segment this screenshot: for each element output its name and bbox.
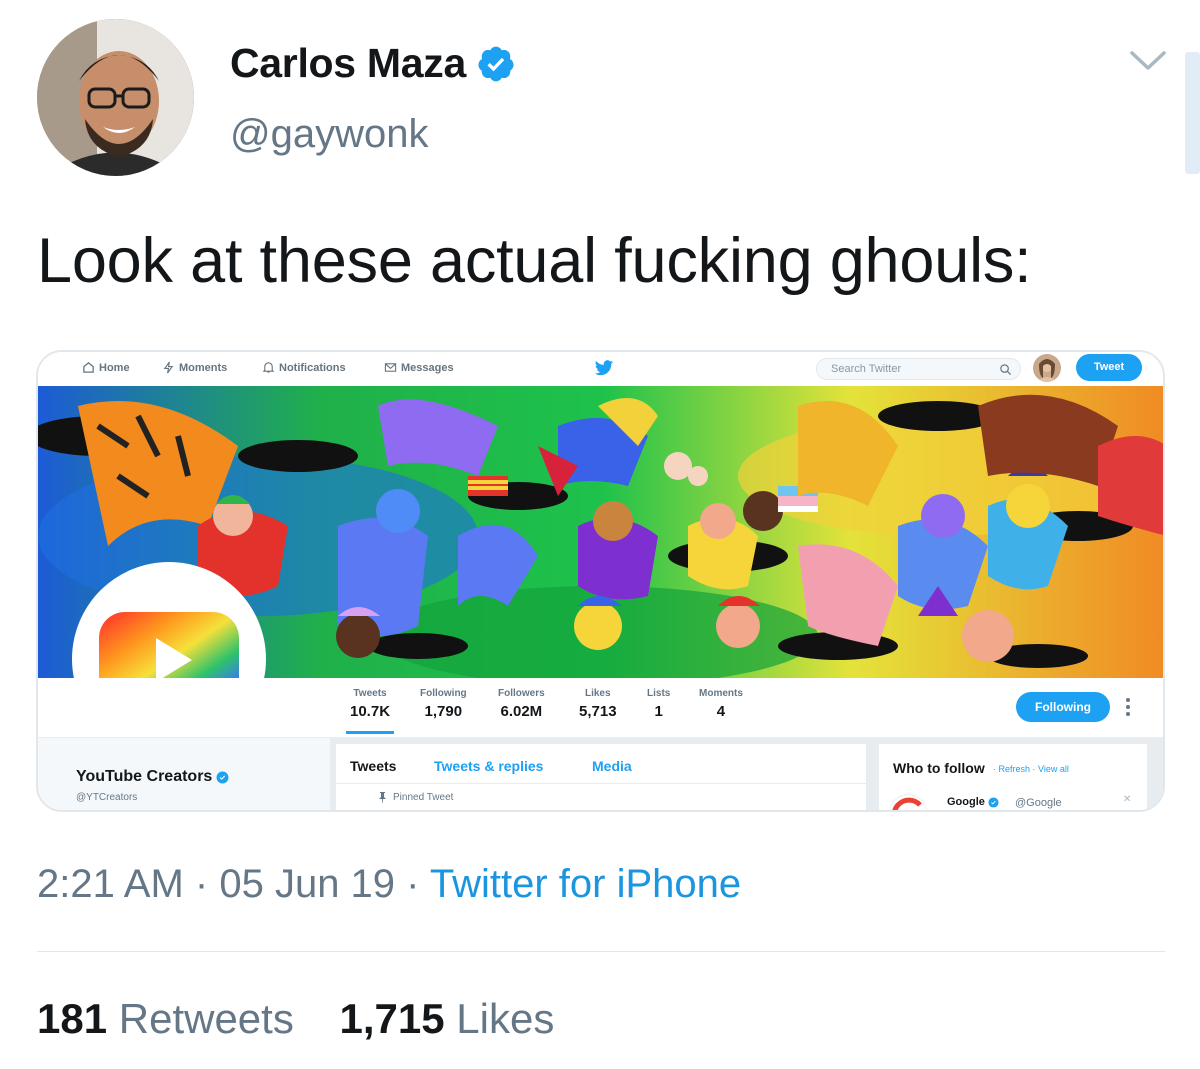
author-display-name[interactable]: Carlos Maza <box>230 40 466 87</box>
embedded-nav-moments-label: Moments <box>179 361 228 374</box>
verified-badge-icon <box>988 796 999 808</box>
embedded-profile-card: YouTube Creators @YTCreators <box>38 738 330 810</box>
twitter-bird-icon <box>594 360 614 376</box>
meta-separator: · <box>406 862 420 906</box>
tweet-time[interactable]: 2:21 AM <box>37 862 184 906</box>
author-name-row[interactable]: Carlos Maza <box>230 40 516 87</box>
embedded-nav-bar: Home Moments Notifications Messages Sear… <box>38 352 1163 386</box>
embedded-user-avatar <box>1033 354 1061 382</box>
stat-lists-label: Lists <box>647 688 671 699</box>
tweet-date[interactable]: 05 Jun 19 <box>219 862 395 906</box>
stat-tweets: Tweets 10.7K <box>345 688 395 734</box>
retweets-label: Retweets <box>118 995 294 1042</box>
tweet-source-link[interactable]: Twitter for iPhone <box>430 862 741 906</box>
embedded-nav-home: Home <box>82 361 130 374</box>
pin-icon <box>379 792 386 803</box>
embedded-nav-home-label: Home <box>99 361 130 374</box>
stat-following-label: Following <box>420 688 467 699</box>
envelope-icon <box>384 363 397 372</box>
embedded-nav-messages: Messages <box>384 361 454 374</box>
embedded-nav-moments: Moments <box>162 361 227 374</box>
embedded-timeline: Tweets Tweets & replies Media Pinned Twe… <box>336 744 866 810</box>
embedded-following-button: Following <box>1016 692 1110 722</box>
google-logo-icon <box>889 794 927 810</box>
who-to-follow-title: Who to follow <box>893 760 985 776</box>
stat-tweets-value: 10.7K <box>350 703 391 720</box>
stat-tweets-label: Tweets <box>353 688 387 699</box>
embedded-tab-media: Media <box>592 758 632 774</box>
stat-likes-value: 5,713 <box>579 703 617 720</box>
embedded-profile-name-text: YouTube Creators <box>76 768 213 785</box>
embedded-tab-tweets: Tweets <box>350 758 397 774</box>
bell-icon <box>262 362 275 373</box>
stat-likes-label: Likes <box>584 688 611 699</box>
who-to-follow-links: · Refresh · View all <box>993 764 1069 774</box>
stat-followers: Followers 6.02M <box>498 688 545 720</box>
stat-followers-label: Followers <box>498 688 545 699</box>
embedded-profile-name: YouTube Creators <box>76 768 229 786</box>
stat-followers-value: 6.02M <box>500 703 543 720</box>
embedded-nav-messages-label: Messages <box>401 361 454 374</box>
embedded-search-placeholder: Search Twitter <box>831 363 902 375</box>
stat-lists: Lists 1 <box>647 688 670 720</box>
embedded-who-to-follow: Who to follow · Refresh · View all Googl… <box>879 744 1147 810</box>
suggestion-name-text: Google <box>947 796 985 808</box>
search-icon <box>1000 364 1012 376</box>
author-handle[interactable]: @gaywonk <box>230 112 428 157</box>
likes-stat[interactable]: 1,715 Likes <box>340 995 555 1042</box>
embedded-lower-section: YouTube Creators @YTCreators Tweets Twee… <box>38 738 1163 810</box>
embedded-nav-notifications-label: Notifications <box>279 361 346 374</box>
dismiss-icon: ✕ <box>1123 794 1132 805</box>
embedded-search-field: Search Twitter <box>816 358 1021 380</box>
embedded-tab-tweets-replies: Tweets & replies <box>434 758 544 774</box>
lightning-icon <box>163 361 174 374</box>
tweet-engagement-stats: 181 Retweets 1,715 Likes <box>37 995 554 1043</box>
suggestion-name: Google <box>947 796 999 808</box>
stat-moments-value: 4 <box>716 703 726 720</box>
scrollbar[interactable] <box>1185 52 1200 174</box>
embedded-nav-notifications: Notifications <box>262 361 346 374</box>
likes-count: 1,715 <box>339 995 445 1042</box>
tweet-media-card[interactable]: Home Moments Notifications Messages Sear… <box>36 350 1165 812</box>
verified-badge-icon <box>216 771 229 783</box>
likes-label: Likes <box>456 995 555 1042</box>
embedded-pinned-label: Pinned Tweet <box>378 792 453 803</box>
stat-moments: Moments 4 <box>699 688 743 720</box>
stat-moments-label: Moments <box>699 688 743 699</box>
stat-following: Following 1,790 <box>420 688 467 720</box>
home-icon <box>83 362 94 373</box>
retweets-stat[interactable]: 181 Retweets <box>37 995 306 1042</box>
embedded-timeline-tabs: Tweets Tweets & replies Media <box>336 744 866 784</box>
tweet-text: Look at these actual fucking ghouls: <box>37 226 1032 296</box>
verified-badge-icon <box>476 44 516 84</box>
stat-likes: Likes 5,713 <box>579 688 617 720</box>
follow-suggestion: Google @Google ✕ <box>889 790 1139 810</box>
embedded-profile-handle: @YTCreators <box>76 792 138 803</box>
more-options-icon <box>1126 698 1130 716</box>
stat-lists-value: 1 <box>654 703 663 720</box>
author-avatar[interactable] <box>37 19 194 176</box>
stat-following-value: 1,790 <box>424 703 463 720</box>
chevron-down-icon[interactable] <box>1128 48 1168 74</box>
meta-separator: · <box>194 862 209 906</box>
suggestion-handle: @Google <box>1015 797 1062 809</box>
divider <box>37 951 1165 952</box>
profile-stats-bar: Tweets 10.7K Following 1,790 Followers 6… <box>38 678 1163 738</box>
embedded-tweet-button: Tweet <box>1076 354 1142 381</box>
retweets-count: 181 <box>37 995 108 1042</box>
tweet-meta: 2:21 AM · 05 Jun 19 · Twitter for iPhone <box>37 862 741 907</box>
embedded-pinned-text: Pinned Tweet <box>393 792 454 803</box>
